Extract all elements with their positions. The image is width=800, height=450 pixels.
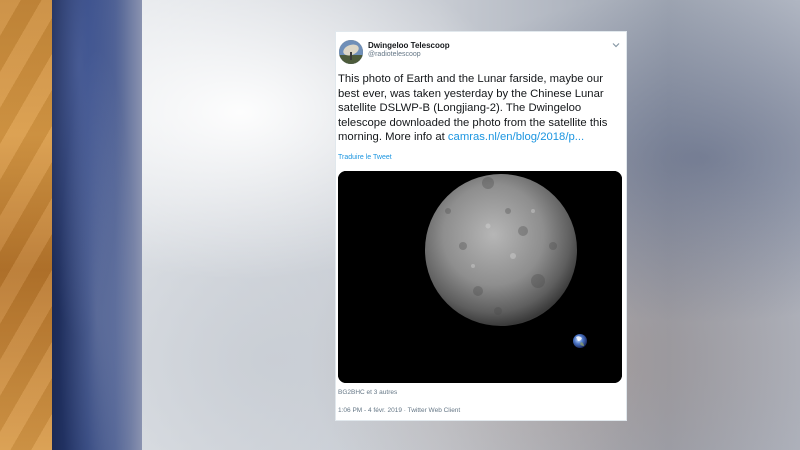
moon-earth-photo — [338, 171, 622, 383]
translate-tweet-link[interactable]: Traduire le Tweet — [338, 154, 392, 161]
moon — [425, 174, 577, 326]
tweet-card: Dwingeloo Telescoop @radiotelescoop This… — [335, 31, 627, 421]
tweet-timestamp[interactable]: 1:06 PM - 4 févr. 2019 · Twitter Web Cli… — [338, 407, 460, 414]
likers-list[interactable]: BG2BHC et 3 autres — [338, 389, 397, 396]
background-blue-panel — [52, 0, 142, 450]
author-name[interactable]: Dwingeloo Telescoop — [368, 41, 450, 50]
earth — [573, 334, 587, 348]
tweet-text: This photo of Earth and the Lunar farsid… — [338, 72, 620, 145]
radio-telescope-icon — [339, 40, 363, 64]
tweet-link[interactable]: camras.nl/en/blog/2018/p... — [448, 131, 584, 143]
tweet-photo[interactable] — [338, 171, 622, 383]
chevron-down-icon[interactable] — [611, 40, 621, 50]
author-handle[interactable]: @radiotelescoop — [368, 51, 421, 58]
background-orange-panel — [0, 0, 52, 450]
avatar[interactable] — [339, 40, 363, 64]
